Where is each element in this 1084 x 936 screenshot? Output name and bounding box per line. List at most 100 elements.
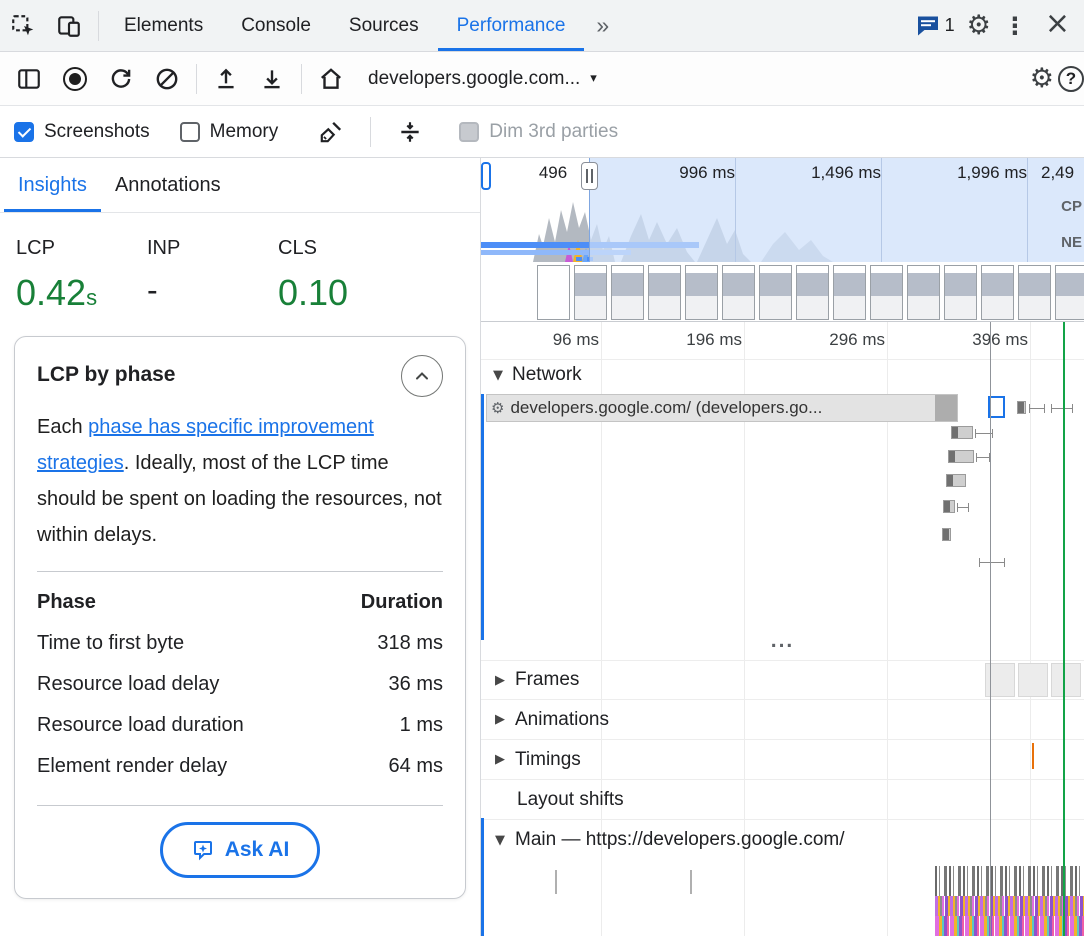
inspect-element-button[interactable]	[0, 0, 46, 51]
layout-shifts-track[interactable]: Layout shifts	[481, 780, 1084, 820]
tab-label: Performance	[457, 15, 566, 37]
divider	[196, 64, 197, 94]
animations-track[interactable]: ▶ Animations	[481, 700, 1084, 740]
save-profile-button[interactable]	[249, 66, 295, 92]
inp-label: INP	[147, 237, 278, 260]
request-whisker	[1051, 404, 1073, 413]
overview-gridline	[1027, 158, 1028, 262]
gear-icon: ⚙	[491, 399, 504, 417]
overview-tick: 1,996 ms	[927, 163, 1027, 183]
page-url-selector[interactable]: developers.google.com... ▾	[354, 68, 611, 90]
table-row: Resource load duration1 ms	[37, 705, 443, 746]
network-track-header[interactable]: ▼ Network	[493, 364, 582, 386]
filmstrip-thumbnail[interactable]	[759, 265, 792, 320]
more-tabs-button[interactable]: »	[584, 0, 621, 51]
tab-sources[interactable]: Sources	[330, 0, 438, 51]
metric-cls[interactable]: CLS 0.10	[278, 237, 409, 314]
filmstrip-thumbnail[interactable]	[833, 265, 866, 320]
insights-sidebar: Insights Annotations LCP 0.42s INP - CLS…	[0, 158, 481, 936]
collect-garbage-button[interactable]	[308, 119, 354, 145]
memory-checkbox[interactable]	[180, 122, 200, 142]
lcp-label: LCP	[16, 237, 147, 260]
network-request-bar[interactable]	[951, 426, 973, 439]
filmstrip-thumbnail[interactable]	[796, 265, 829, 320]
tab-annotations[interactable]: Annotations	[101, 158, 235, 212]
filmstrip-thumbnail[interactable]	[944, 265, 977, 320]
selection-left-handle[interactable]	[481, 162, 491, 190]
caret-down-icon: ▾	[590, 71, 597, 86]
clear-recording-button[interactable]	[144, 66, 190, 92]
filmstrip-thumbnail[interactable]	[907, 265, 940, 320]
main-thread-track[interactable]: ▼ Main — https://developers.google.com/	[481, 818, 1084, 862]
divider	[37, 805, 443, 806]
ruler-tick: 96 ms	[529, 330, 599, 350]
network-request-bar[interactable]	[946, 474, 966, 487]
collapse-card-button[interactable]	[401, 355, 443, 397]
network-request-bar[interactable]	[1017, 401, 1026, 414]
network-request-bar[interactable]	[943, 500, 955, 513]
home-icon	[318, 66, 344, 92]
divider	[98, 11, 99, 41]
metrics-row: LCP 0.42s INP - CLS 0.10	[0, 213, 480, 314]
timeline-overview[interactable]: 496 996 ms 1,496 ms 1,996 ms 2,49 CP NE	[481, 158, 1084, 322]
filmstrip-thumbnail[interactable]	[1018, 265, 1051, 320]
filmstrip-thumbnail[interactable]	[722, 265, 755, 320]
timing-marker	[1032, 743, 1034, 769]
screenshot-filmstrip	[481, 264, 1084, 322]
request-whisker	[1029, 404, 1045, 413]
capture-options-toolbar: Screenshots Memory Dim 3rd parties	[0, 106, 1084, 158]
filmstrip-thumbnail[interactable]	[870, 265, 903, 320]
main-thread-flamechart[interactable]	[935, 866, 1084, 936]
network-request-bar[interactable]	[948, 450, 974, 463]
animations-track-label: Animations	[515, 709, 609, 731]
collapse-flame-button[interactable]	[387, 119, 433, 145]
close-devtools-button[interactable]: ×	[1039, 6, 1080, 45]
net-lane-label: NE	[1061, 234, 1082, 251]
tab-elements[interactable]: Elements	[105, 0, 222, 51]
filmstrip-thumbnail[interactable]	[685, 265, 718, 320]
tab-insights[interactable]: Insights	[4, 158, 101, 212]
filmstrip-thumbnail[interactable]	[648, 265, 681, 320]
overview-tick: 1,496 ms	[781, 163, 881, 183]
capture-settings-button[interactable]: ⚙	[1030, 63, 1054, 94]
selection-right-handle[interactable]	[581, 162, 598, 190]
network-request-bar[interactable]: ⚙ developers.google.com/ (developers.go.…	[486, 394, 958, 422]
chevron-up-icon	[412, 366, 432, 386]
filmstrip-thumbnail[interactable]	[611, 265, 644, 320]
flamechart-band	[935, 866, 1084, 896]
help-button[interactable]: ?	[1058, 66, 1084, 92]
cls-label: CLS	[278, 237, 409, 260]
filmstrip-thumbnail[interactable]	[981, 265, 1014, 320]
screenshots-checkbox[interactable]	[14, 122, 34, 142]
load-profile-button[interactable]	[203, 66, 249, 92]
network-track-expander[interactable]: ...	[481, 636, 1084, 646]
kebab-menu-button[interactable]: ⋮	[995, 12, 1035, 40]
toggle-sidebar-button[interactable]	[6, 66, 52, 92]
ask-ai-button[interactable]: Ask AI	[160, 822, 321, 878]
reload-and-record-button[interactable]	[98, 66, 144, 92]
lcp-marker-line	[1063, 322, 1065, 936]
network-request-bar[interactable]	[942, 528, 951, 541]
timings-track[interactable]: ▶ Timings	[481, 740, 1084, 780]
tab-console[interactable]: Console	[222, 0, 330, 51]
device-toolbar-button[interactable]	[46, 0, 92, 51]
metric-lcp[interactable]: LCP 0.42s	[16, 237, 147, 314]
panel-left-icon	[16, 66, 42, 92]
dim-3rd-parties-checkbox[interactable]	[459, 122, 479, 142]
tab-performance[interactable]: Performance	[438, 0, 585, 51]
main-track-tick	[690, 870, 692, 894]
filmstrip-thumbnail[interactable]	[537, 265, 570, 320]
message-bubble-icon	[916, 15, 940, 37]
settings-button[interactable]: ⚙	[967, 10, 991, 41]
card-description: Each phase has specific improvement stra…	[37, 409, 443, 553]
home-button[interactable]	[308, 66, 354, 92]
screenshots-label: Screenshots	[44, 121, 150, 143]
sidebar-tabs: Insights Annotations	[0, 158, 480, 213]
filmstrip-thumbnail[interactable]	[574, 265, 607, 320]
flamechart-band	[935, 896, 1084, 916]
metric-inp[interactable]: INP -	[147, 237, 278, 314]
filmstrip-thumbnail[interactable]	[1055, 265, 1084, 320]
lcp-value: 0.42s	[16, 272, 147, 314]
console-messages-button[interactable]: 1	[908, 15, 963, 37]
record-button[interactable]	[52, 67, 98, 91]
